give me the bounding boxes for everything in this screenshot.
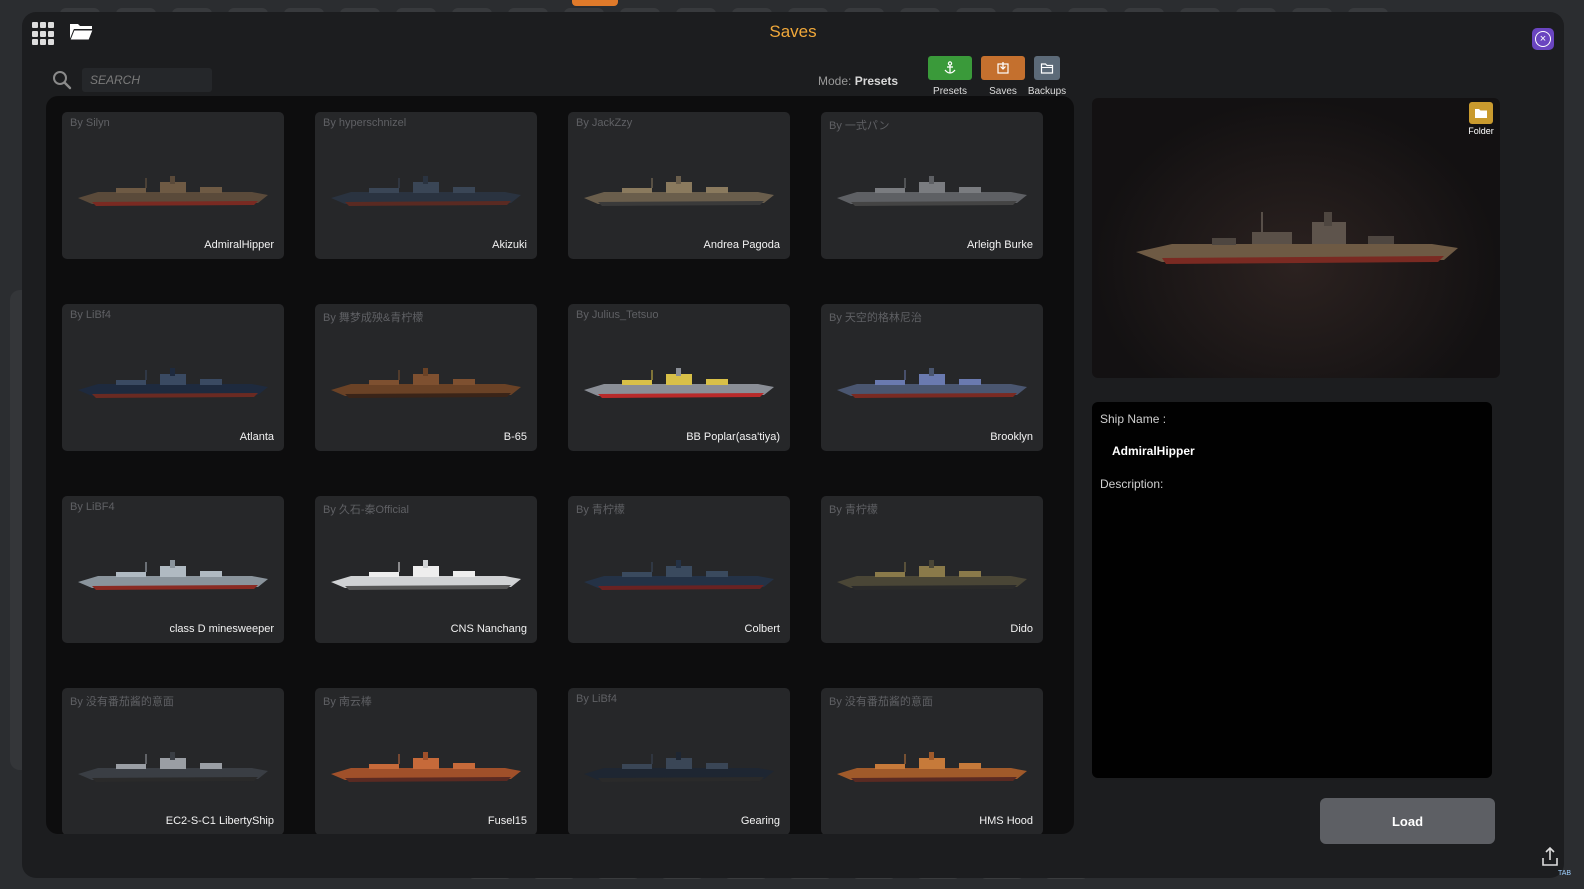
ship-thumbnail [331, 752, 521, 782]
ship-card[interactable]: By 久石-秦Official CNS Nanchang [315, 496, 537, 643]
ship-author: By 青柠檬 [829, 504, 878, 516]
export-icon[interactable] [1540, 846, 1560, 868]
ship-name: Akizuki [492, 239, 527, 251]
dialog-title: Saves [769, 22, 817, 41]
ship-name: B-65 [503, 431, 527, 443]
close-icon: × [1535, 31, 1551, 47]
ship-name: EC2-S-C1 LibertyShip [165, 815, 274, 827]
ship-card[interactable]: By 青柠檬 Colbert [568, 496, 790, 643]
ship-name-label: Ship Name : [1100, 412, 1167, 426]
ship-name: AdmiralHipper [204, 239, 274, 251]
ship-card[interactable]: By 天空的格林尼治 Brooklyn [821, 304, 1043, 451]
ship-name: Dido [1010, 623, 1033, 635]
search-icon [53, 71, 72, 90]
ship-card[interactable]: By hyperschnizel Akizuki [315, 112, 537, 259]
ship-thumbnail [78, 752, 268, 782]
folder-icon [1040, 63, 1054, 74]
ship-card[interactable]: By Julius_Tetsuo BB Poplar(asa'tiya) [568, 304, 790, 451]
ship-preview: Folder [1092, 98, 1500, 378]
folder-label: Folder [1468, 126, 1494, 136]
backups-button[interactable]: Backups [1022, 56, 1072, 97]
ship-grid-panel: By Silyn AdmiralHipper By hyperschnizel Aki… [46, 96, 1074, 834]
ship-thumbnail [331, 176, 521, 206]
ship-name: Andrea Pagoda [703, 239, 780, 251]
ship-name: Gearing [740, 815, 780, 827]
ship-thumbnail [584, 752, 774, 782]
mode-value: Presets [854, 74, 899, 88]
ship-author: By Silyn [70, 117, 110, 129]
ship-card[interactable]: By LiBF4 class D minesweeper [62, 496, 284, 643]
mode-indicator: Mode: Presets [818, 74, 898, 88]
ship-card[interactable]: By LiBf4 Gearing [568, 688, 790, 834]
ship-thumbnail [331, 368, 521, 398]
ship-grid: By Silyn AdmiralHipper By hyperschnizel Aki… [62, 112, 1062, 834]
ship-name: Fusel15 [487, 815, 527, 827]
ship-author: By LiBF4 [70, 501, 115, 513]
ship-card[interactable]: By 一式パン Arleigh Burke [821, 112, 1043, 259]
ship-thumbnail [837, 752, 1027, 782]
anchor-icon [944, 61, 956, 74]
search-input[interactable] [82, 68, 212, 92]
ship-card[interactable]: By 没有番茄酱的意面 HMS Hood [821, 688, 1043, 834]
ship-author: By hyperschnizel [323, 117, 407, 129]
ship-name: HMS Hood [979, 815, 1033, 827]
ship-author: By 天空的格林尼治 [829, 312, 922, 324]
ship-thumbnail [78, 560, 268, 590]
folder-icon [1475, 109, 1487, 118]
ship-author: By Julius_Tetsuo [576, 309, 659, 321]
ship-author: By 青柠檬 [576, 504, 625, 516]
ship-name: class D minesweeper [169, 623, 274, 635]
ship-card[interactable]: By 没有番茄酱的意面 EC2-S-C1 LibertyShip [62, 688, 284, 834]
ship-author: By 没有番茄酱的意面 [829, 696, 933, 708]
mode-label: Mode: [818, 74, 852, 88]
ship-card[interactable]: By Silyn AdmiralHipper [62, 112, 284, 259]
close-button[interactable]: × [1532, 28, 1554, 50]
ship-thumbnail [584, 368, 774, 398]
ship-card[interactable]: By 南云棒 Fusel15 [315, 688, 537, 834]
ship-name: Colbert [744, 623, 780, 635]
ship-author: By 舞梦成殃&青柠檬 [323, 312, 424, 324]
ship-name: CNS Nanchang [450, 623, 527, 635]
search-bar [52, 68, 212, 92]
ship-name-value: AdmiralHipper [1112, 444, 1195, 458]
preview-ship-image [1136, 212, 1458, 264]
save-icon [997, 62, 1009, 74]
ship-card[interactable]: By 舞梦成殃&青柠檬 B-65 [315, 304, 537, 451]
ship-author: By 南云棒 [323, 696, 372, 708]
ship-author: By LiBf4 [576, 693, 617, 705]
ship-author: By 没有番茄酱的意面 [70, 696, 174, 708]
ship-thumbnail [837, 560, 1027, 590]
folder-button[interactable]: Folder [1466, 102, 1496, 136]
ship-name: Arleigh Burke [966, 239, 1033, 251]
ship-thumbnail [584, 560, 774, 590]
presets-button[interactable]: Presets [925, 56, 975, 97]
ship-card[interactable]: By JackZzy Andrea Pagoda [568, 112, 790, 259]
load-button[interactable]: Load [1320, 798, 1495, 844]
ship-card[interactable]: By LiBf4 Atlanta [62, 304, 284, 451]
ship-name: BB Poplar(asa'tiya) [686, 431, 780, 443]
ship-thumbnail [78, 368, 268, 398]
saves-button[interactable]: Saves [978, 56, 1028, 97]
ship-thumbnail [331, 560, 521, 590]
background-indicator [572, 0, 618, 6]
ship-author: By 一式パン [829, 120, 890, 132]
saves-dialog: Saves × Mode: Presets Presets [22, 12, 1571, 878]
ship-name: Atlanta [239, 431, 274, 443]
ship-thumbnail [837, 176, 1027, 206]
ship-thumbnail [837, 368, 1027, 398]
ship-details: Ship Name : AdmiralHipper Description: [1092, 402, 1492, 778]
ship-thumbnail [78, 176, 268, 206]
ship-card[interactable]: By 青柠檬 Dido [821, 496, 1043, 643]
tab-hint: TAB [1558, 870, 1572, 877]
ship-author: By 久石-秦Official [323, 504, 409, 516]
ship-name: Brooklyn [990, 431, 1033, 443]
ship-author: By JackZzy [576, 117, 633, 129]
ship-author: By LiBf4 [70, 309, 111, 321]
description-label: Description: [1100, 477, 1164, 491]
ship-thumbnail [584, 176, 774, 206]
